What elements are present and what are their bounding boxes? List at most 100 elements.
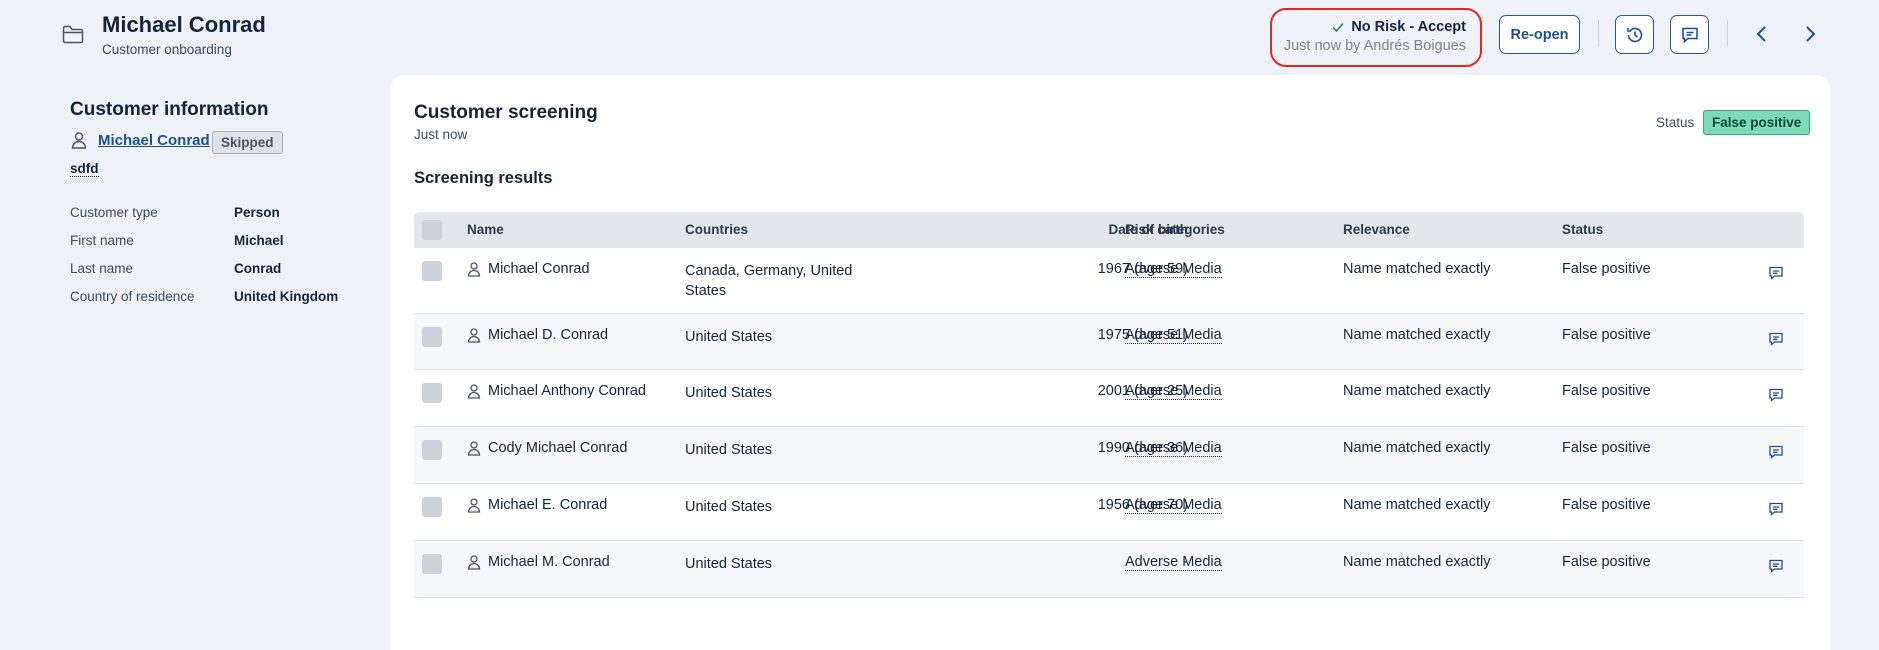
comment-icon[interactable] xyxy=(1768,265,1784,281)
cell-countries: United States xyxy=(685,442,773,458)
row-checkbox[interactable] xyxy=(422,261,442,281)
person-icon xyxy=(467,498,481,513)
cell-status: False positive xyxy=(1562,383,1651,399)
cell-status: False positive xyxy=(1562,440,1651,456)
row-checkbox[interactable] xyxy=(422,383,442,403)
cell-name: Cody Michael Conrad xyxy=(466,440,627,456)
match-name: Michael Conrad xyxy=(488,261,590,277)
field-value-customer-type: Person xyxy=(234,205,280,220)
table-row[interactable]: Michael Anthony Conrad United States 2001 … xyxy=(414,370,1804,427)
comment-icon[interactable] xyxy=(1768,501,1784,517)
person-icon xyxy=(467,441,481,456)
cell-countries: United States xyxy=(685,329,773,345)
table-row[interactable]: Michael D. Conrad United States 1975 (age … xyxy=(414,314,1804,370)
field-label-first-name: First name xyxy=(70,233,134,248)
page-header: Michael Conrad Customer onboarding No Ri… xyxy=(0,0,1879,70)
cell-relevance: Name matched exactly xyxy=(1343,261,1491,277)
customer-name-link[interactable]: Michael Conrad xyxy=(98,132,210,149)
row-checkbox[interactable] xyxy=(422,497,442,517)
page-subtitle: Customer onboarding xyxy=(102,42,232,57)
person-icon xyxy=(467,328,481,343)
person-icon xyxy=(467,555,481,570)
match-name: Michael D. Conrad xyxy=(488,327,609,343)
column-header-risk[interactable]: Risk categories xyxy=(1125,222,1225,237)
row-checkbox[interactable] xyxy=(422,440,442,460)
column-header-relevance[interactable]: Relevance xyxy=(1343,222,1410,237)
comment-icon[interactable] xyxy=(1768,387,1784,403)
cell-status: False positive xyxy=(1562,497,1651,513)
field-label-last-name: Last name xyxy=(70,261,134,276)
screening-title: Customer screening xyxy=(414,102,598,123)
match-name: Michael M. Conrad xyxy=(488,554,610,570)
previous-button[interactable] xyxy=(1750,22,1774,46)
table-row[interactable]: Michael Conrad Canada, Germany, United St… xyxy=(414,248,1804,314)
comments-button[interactable] xyxy=(1670,15,1709,54)
cell-status: False positive xyxy=(1562,261,1651,277)
divider xyxy=(1727,20,1728,47)
divider xyxy=(1598,20,1599,47)
cell-name: Michael M. Conrad xyxy=(466,554,610,570)
table-body: Michael Conrad Canada, Germany, United St… xyxy=(414,248,1804,598)
page-title: Michael Conrad xyxy=(102,12,266,37)
cell-countries: Canada, Germany, United States xyxy=(685,263,853,299)
cell-risk-category[interactable]: Adverse Media xyxy=(1125,497,1222,514)
decision-meta: Just now by Andrés Boigues xyxy=(1283,38,1466,54)
table-header: Name Countries Date of birth Risk catego… xyxy=(414,212,1804,248)
check-icon xyxy=(1332,22,1344,33)
screening-results-table: Name Countries Date of birth Risk catego… xyxy=(414,212,1804,598)
cell-name: Michael Anthony Conrad xyxy=(466,383,646,399)
cell-name: Michael Conrad xyxy=(466,261,590,277)
status-badge: False positive xyxy=(1703,110,1811,135)
comment-icon[interactable] xyxy=(1768,331,1784,347)
folder-icon xyxy=(62,25,84,44)
column-header-status[interactable]: Status xyxy=(1562,222,1603,237)
field-value-first-name: Michael xyxy=(234,233,284,248)
customer-info-title: Customer information xyxy=(70,99,269,120)
comment-icon[interactable] xyxy=(1768,558,1784,574)
column-header-name[interactable]: Name xyxy=(467,222,504,237)
table-row[interactable]: Michael E. Conrad United States 1956 (age … xyxy=(414,484,1804,541)
decision-status: No Risk - Accept Just now by Andrés Boig… xyxy=(1270,8,1482,67)
person-icon xyxy=(467,262,481,277)
history-icon xyxy=(1626,27,1642,42)
row-checkbox[interactable] xyxy=(422,554,442,574)
cell-relevance: Name matched exactly xyxy=(1343,554,1491,570)
person-icon xyxy=(467,384,481,399)
cell-countries: United States xyxy=(685,385,773,401)
chevron-left-icon xyxy=(1756,26,1766,42)
table-row[interactable]: Michael M. Conrad United States - Adverse M… xyxy=(414,541,1804,598)
cell-countries: United States xyxy=(685,556,773,572)
customer-note[interactable]: sdfd xyxy=(70,161,99,177)
match-name: Michael E. Conrad xyxy=(488,497,608,513)
cell-name: Michael E. Conrad xyxy=(466,497,607,513)
row-checkbox[interactable] xyxy=(422,327,442,347)
table-row[interactable]: Cody Michael Conrad United States 1990 (ag… xyxy=(414,427,1804,484)
cell-risk-category[interactable]: Adverse Media xyxy=(1125,383,1222,400)
match-name: Michael Anthony Conrad xyxy=(488,383,646,399)
skipped-badge: Skipped xyxy=(212,131,283,154)
cell-status: False positive xyxy=(1562,554,1651,570)
cell-relevance: Name matched exactly xyxy=(1343,383,1491,399)
decision-label: No Risk - Accept xyxy=(1351,19,1466,35)
cell-name: Michael D. Conrad xyxy=(466,327,608,343)
comment-icon xyxy=(1681,27,1698,43)
field-value-last-name: Conrad xyxy=(234,261,282,276)
status-label: Status xyxy=(1656,115,1695,130)
person-icon xyxy=(71,132,87,149)
next-button[interactable] xyxy=(1798,22,1822,46)
cell-risk-category[interactable]: Adverse Media xyxy=(1125,261,1222,278)
chevron-right-icon xyxy=(1806,26,1816,42)
cell-risk-category[interactable]: Adverse Media xyxy=(1125,554,1222,571)
reopen-button[interactable]: Re-open xyxy=(1499,15,1580,54)
comment-icon[interactable] xyxy=(1768,444,1784,460)
cell-risk-category[interactable]: Adverse Media xyxy=(1125,327,1222,344)
cell-relevance: Name matched exactly xyxy=(1343,440,1491,456)
cell-risk-category[interactable]: Adverse Media xyxy=(1125,440,1222,457)
screening-time: Just now xyxy=(414,127,468,142)
select-all-checkbox[interactable] xyxy=(422,220,442,240)
column-header-countries[interactable]: Countries xyxy=(685,222,748,237)
field-label-country: Country of residence xyxy=(70,289,195,304)
screening-results-title: Screening results xyxy=(414,169,553,187)
field-label-customer-type: Customer type xyxy=(70,205,158,220)
history-button[interactable] xyxy=(1615,15,1654,54)
